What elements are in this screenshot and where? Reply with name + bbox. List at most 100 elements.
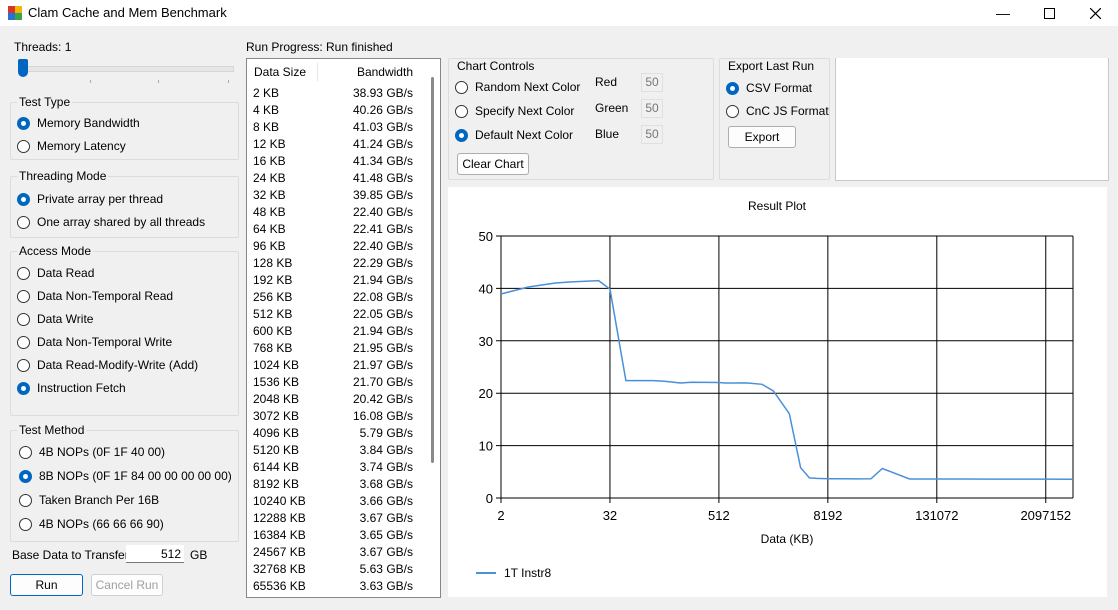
- list-item[interactable]: 10240 KB 3.66 GB/s: [253, 493, 413, 510]
- radio-data-nt-read[interactable]: Data Non-Temporal Read: [17, 287, 173, 305]
- list-item[interactable]: 512 KB 22.05 GB/s: [253, 306, 413, 323]
- list-item[interactable]: 3072 KB 16.08 GB/s: [253, 408, 413, 425]
- radio-4b-nops-66[interactable]: 4B NOPs (66 66 66 90): [19, 515, 164, 533]
- base-data-input[interactable]: 512: [126, 545, 184, 563]
- radio-shared-array[interactable]: One array shared by all threads: [17, 213, 205, 231]
- results-scrollbar-thumb[interactable]: [431, 77, 434, 463]
- radio-data-nt-write[interactable]: Data Non-Temporal Write: [17, 333, 172, 351]
- minimize-button[interactable]: —: [980, 0, 1026, 26]
- slider-tick: [90, 80, 91, 83]
- radio-private-array[interactable]: Private array per thread: [17, 190, 163, 208]
- run-button[interactable]: Run: [10, 574, 83, 596]
- list-item[interactable]: 65536 KB 3.63 GB/s: [253, 578, 413, 595]
- bandwidth-cell: 39.85 GB/s: [352, 188, 413, 202]
- list-item[interactable]: 16384 KB 3.65 GB/s: [253, 527, 413, 544]
- radio-default-color[interactable]: Default Next Color: [455, 126, 573, 144]
- maximize-button[interactable]: [1026, 0, 1072, 26]
- list-item[interactable]: 12288 KB 3.67 GB/s: [253, 510, 413, 527]
- green-input[interactable]: 50: [641, 99, 663, 118]
- list-item[interactable]: 8 KB 41.03 GB/s: [253, 119, 413, 136]
- column-header-bandwidth[interactable]: Bandwidth: [357, 65, 413, 79]
- list-item[interactable]: 32768 KB 5.63 GB/s: [253, 561, 413, 578]
- list-item[interactable]: 4 KB 40.26 GB/s: [253, 102, 413, 119]
- bandwidth-cell: 3.66 GB/s: [359, 494, 413, 508]
- list-item[interactable]: 16 KB 41.34 GB/s: [253, 153, 413, 170]
- radio-memory-bandwidth[interactable]: Memory Bandwidth: [17, 114, 140, 132]
- test-type-group: Test Type Memory Bandwidth Memory Latenc…: [10, 95, 239, 160]
- list-item[interactable]: 768 KB 21.95 GB/s: [253, 340, 413, 357]
- export-button[interactable]: Export: [728, 126, 796, 148]
- list-item[interactable]: 4096 KB 5.79 GB/s: [253, 425, 413, 442]
- list-item[interactable]: 192 KB 21.94 GB/s: [253, 272, 413, 289]
- radio-memory-latency[interactable]: Memory Latency: [17, 137, 126, 155]
- app-icon: [8, 6, 22, 20]
- radio-specify-color[interactable]: Specify Next Color: [455, 102, 574, 120]
- list-item[interactable]: 5120 KB 3.84 GB/s: [253, 442, 413, 459]
- radio-cnc-js-format[interactable]: CnC JS Format: [726, 102, 829, 120]
- radio-dot: [19, 469, 32, 483]
- blue-input[interactable]: 50: [641, 125, 663, 144]
- list-item[interactable]: 24567 KB 3.67 GB/s: [253, 544, 413, 561]
- threads-slider-track[interactable]: [18, 66, 234, 72]
- radio-data-rmw[interactable]: Data Read-Modify-Write (Add): [17, 356, 198, 374]
- radio-taken-branch[interactable]: Taken Branch Per 16B: [19, 491, 159, 509]
- clear-chart-button[interactable]: Clear Chart: [457, 153, 529, 175]
- results-scrollbar[interactable]: [427, 59, 439, 597]
- list-item[interactable]: 8192 KB 3.68 GB/s: [253, 476, 413, 493]
- list-item[interactable]: 64 KB 22.41 GB/s: [253, 221, 413, 238]
- red-label: Red: [595, 75, 618, 89]
- radio-instruction-fetch[interactable]: Instruction Fetch: [17, 379, 126, 397]
- radio-data-read[interactable]: Data Read: [17, 264, 94, 282]
- radio-csv-format[interactable]: CSV Format: [726, 79, 812, 97]
- test-method-group: Test Method 4B NOPs (0F 1F 40 00) 8B NOP…: [10, 423, 239, 542]
- radio-random-color[interactable]: Random Next Color: [455, 78, 580, 96]
- radio-label: Private array per thread: [37, 192, 164, 206]
- cancel-run-button[interactable]: Cancel Run: [91, 574, 163, 596]
- bandwidth-cell: 41.34 GB/s: [352, 154, 413, 168]
- chart-controls-title: Chart Controls: [455, 59, 537, 73]
- radio-8b-nops[interactable]: 8B NOPs (0F 1F 84 00 00 00 00 00): [19, 467, 232, 485]
- results-list[interactable]: Data Size Bandwidth 2 KB 38.93 GB/s 4 KB 40…: [246, 58, 441, 598]
- data-size-cell: 3072 KB: [253, 409, 300, 423]
- data-size-cell: 8192 KB: [253, 477, 300, 491]
- bandwidth-cell: 21.97 GB/s: [352, 358, 413, 372]
- radio-dot: [17, 358, 30, 372]
- threads-label: Threads: 1: [14, 40, 72, 54]
- column-header-data-size[interactable]: Data Size: [254, 65, 306, 79]
- radio-4b-nops[interactable]: 4B NOPs (0F 1F 40 00): [19, 443, 165, 461]
- red-input[interactable]: 50: [641, 73, 663, 92]
- bandwidth-cell: 5.79 GB/s: [359, 426, 413, 440]
- list-item[interactable]: 2 KB 38.93 GB/s: [253, 85, 413, 102]
- bandwidth-cell: 41.03 GB/s: [352, 120, 413, 134]
- list-item[interactable]: 32 KB 39.85 GB/s: [253, 187, 413, 204]
- bandwidth-cell: 20.42 GB/s: [352, 392, 413, 406]
- list-item[interactable]: 48 KB 22.40 GB/s: [253, 204, 413, 221]
- list-item[interactable]: 256 KB 22.08 GB/s: [253, 289, 413, 306]
- list-item[interactable]: 6144 KB 3.74 GB/s: [253, 459, 413, 476]
- data-size-cell: 1024 KB: [253, 358, 300, 372]
- data-size-cell: 12288 KB: [253, 511, 306, 525]
- bandwidth-cell: 21.94 GB/s: [352, 273, 413, 287]
- list-item[interactable]: 12 KB 41.24 GB/s: [253, 136, 413, 153]
- data-size-cell: 64 KB: [253, 222, 286, 236]
- bandwidth-cell: 22.08 GB/s: [352, 290, 413, 304]
- list-item[interactable]: 1024 KB 21.97 GB/s: [253, 357, 413, 374]
- bandwidth-cell: 21.70 GB/s: [352, 375, 413, 389]
- bandwidth-cell: 3.67 GB/s: [359, 545, 413, 559]
- radio-dot: [19, 493, 32, 507]
- bandwidth-cell: 3.68 GB/s: [359, 477, 413, 491]
- data-size-cell: 1536 KB: [253, 375, 300, 389]
- radio-data-write[interactable]: Data Write: [17, 310, 93, 328]
- list-item[interactable]: 96 KB 22.40 GB/s: [253, 238, 413, 255]
- output-panel[interactable]: [835, 58, 1109, 181]
- data-size-cell: 6144 KB: [253, 460, 300, 474]
- list-item[interactable]: 1536 KB 21.70 GB/s: [253, 374, 413, 391]
- threads-slider-thumb[interactable]: [18, 59, 28, 77]
- x-tick-label: 512: [708, 508, 730, 523]
- data-size-cell: 4096 KB: [253, 426, 300, 440]
- list-item[interactable]: 600 KB 21.94 GB/s: [253, 323, 413, 340]
- list-item[interactable]: 128 KB 22.29 GB/s: [253, 255, 413, 272]
- close-button[interactable]: [1072, 0, 1118, 26]
- list-item[interactable]: 24 KB 41.48 GB/s: [253, 170, 413, 187]
- list-item[interactable]: 2048 KB 20.42 GB/s: [253, 391, 413, 408]
